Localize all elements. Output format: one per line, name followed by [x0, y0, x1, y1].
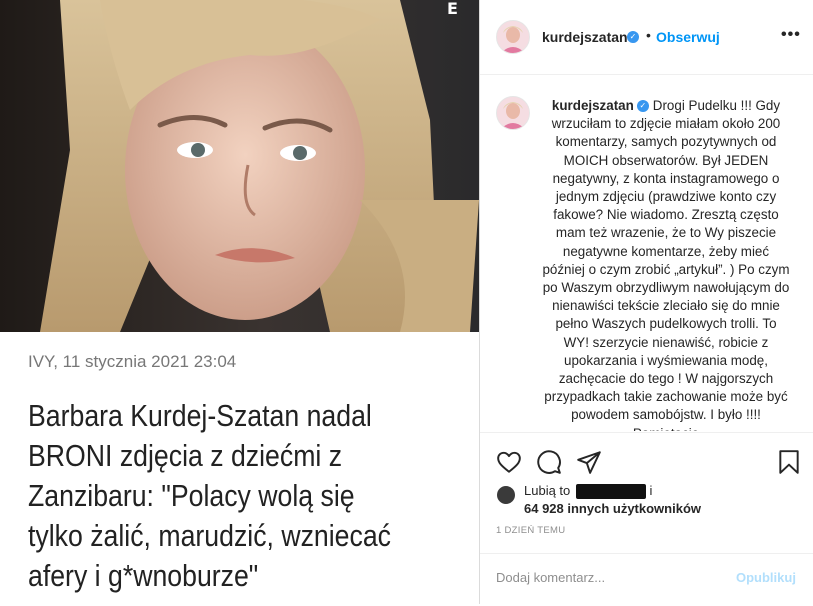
follow-button[interactable]: Obserwuj: [656, 29, 720, 45]
article-title-line: tylko żalić, marudzić, wzniecać: [28, 518, 391, 553]
verified-icon: ✓: [636, 100, 649, 113]
post-actions: Lubią to i 64 928 innych użytkowników 1 …: [480, 432, 813, 605]
corner-mark: E: [447, 0, 458, 18]
article-photo: E: [0, 0, 479, 332]
article-screenshot: E IVY, 11 stycznia 2021 23:04 Barbara Ku…: [0, 0, 479, 604]
separator-dot: •: [646, 27, 651, 43]
article-title-line: Zanzibaru: "Polacy wolą się: [28, 478, 355, 513]
comment-icon[interactable]: [536, 449, 562, 475]
header-username[interactable]: kurdejszatan: [542, 29, 628, 45]
avatar[interactable]: [496, 96, 530, 130]
likes-summary[interactable]: Lubią to i 64 928 innych użytkowników: [496, 483, 796, 519]
add-comment-bar: Opublikuj: [480, 553, 813, 606]
post-header: kurdejszatan ✓ • Obserwuj •••: [480, 0, 813, 75]
likes-line: Lubią to i: [524, 483, 653, 500]
article-title-line: BRONI zdjęcia z dziećmi z: [28, 438, 343, 473]
article-title-line: afery i g*wnoburze": [28, 558, 259, 593]
post-caption: kurdejszatan ✓ Drogi Pudelku !!! Gdy wrzuc…: [542, 97, 790, 431]
avatar[interactable]: [496, 20, 530, 54]
liker-avatar: [496, 485, 516, 505]
likes-prefix: Lubią to: [524, 483, 571, 498]
more-options-icon[interactable]: •••: [781, 26, 801, 44]
publish-button[interactable]: Opublikuj: [736, 570, 796, 585]
caption-username[interactable]: kurdejszatan: [552, 98, 634, 113]
heart-icon[interactable]: [496, 449, 522, 475]
article-date: IVY, 11 stycznia 2021 23:04: [28, 352, 237, 371]
article-title: Barbara Kurdej-Szatan nadal BRONI zdjęci…: [28, 396, 406, 596]
likes-suffix: i: [649, 483, 653, 498]
likes-count[interactable]: 64 928 innych użytkowników: [524, 501, 701, 516]
caption-text: Drogi Pudelku !!! Gdy wrzuciłam to zdjęc…: [542, 98, 790, 431]
post-timestamp[interactable]: 1 DZIEŃ TEMU: [496, 525, 565, 536]
redacted-username: [575, 484, 646, 500]
article-title-line: Barbara Kurdej-Szatan nadal: [28, 398, 372, 433]
verified-icon: ✓: [627, 31, 639, 43]
post-sidebar: kurdejszatan ✓ • Obserwuj ••• kurdejszat…: [480, 0, 813, 604]
comment-input[interactable]: [496, 566, 716, 588]
comments-area[interactable]: kurdejszatan ✓ Drogi Pudelku !!! Gdy wrzuc…: [480, 75, 813, 431]
share-icon[interactable]: [576, 449, 602, 475]
bookmark-icon[interactable]: [776, 449, 802, 475]
